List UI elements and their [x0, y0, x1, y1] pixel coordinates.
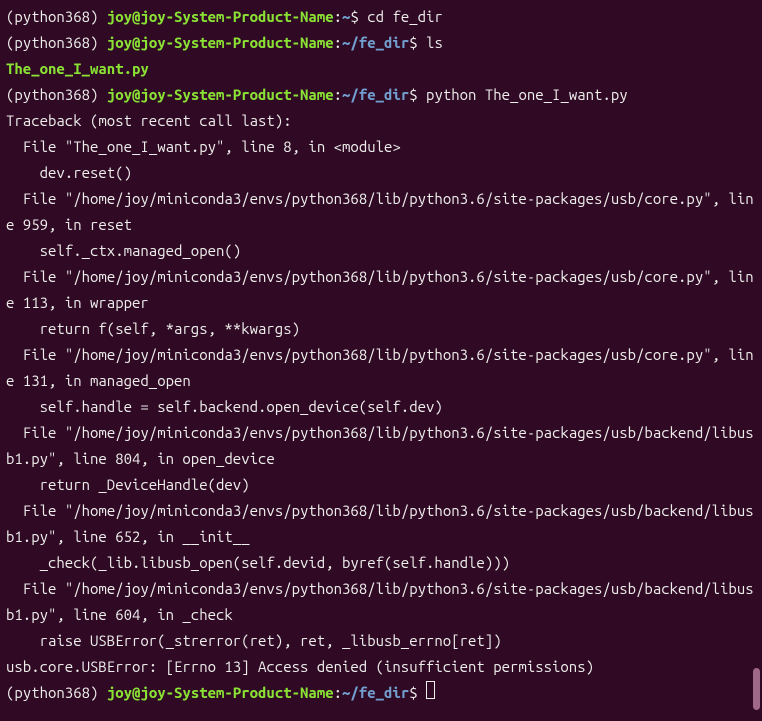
prompt-line-2: (python368) joy@joy-System-Product-Name:… — [6, 34, 443, 51]
user-host: joy@joy-System-Product-Name — [107, 34, 334, 51]
path: ~/fe_dir — [342, 34, 409, 51]
traceback-line: return _DeviceHandle(dev) — [6, 476, 250, 493]
dollar: $ — [409, 34, 426, 51]
command: python The_one_I_want.py — [426, 86, 628, 103]
dollar: $ — [350, 8, 367, 25]
path: ~/fe_dir — [342, 86, 409, 103]
traceback-line: _check(_lib.libusb_open(self.devid, byre… — [6, 554, 510, 571]
traceback-line: File "/home/joy/miniconda3/envs/python36… — [6, 580, 754, 623]
prompt-line-4: (python368) joy@joy-System-Product-Name:… — [6, 684, 435, 701]
scrollbar-thumb[interactable] — [753, 668, 760, 710]
command: ls — [426, 34, 443, 51]
traceback-line: File "/home/joy/miniconda3/envs/python36… — [6, 346, 754, 389]
colon: : — [334, 684, 342, 701]
dollar: $ — [409, 684, 426, 701]
user-host: joy@joy-System-Product-Name — [107, 684, 334, 701]
traceback-line: File "/home/joy/miniconda3/envs/python36… — [6, 268, 754, 311]
env-name: (python368) — [6, 8, 107, 25]
traceback-line: File "/home/joy/miniconda3/envs/python36… — [6, 502, 754, 545]
traceback-line: usb.core.USBError: [Errno 13] Access den… — [6, 658, 594, 675]
command: cd fe_dir — [367, 8, 443, 25]
colon: : — [334, 8, 342, 25]
env-name: (python368) — [6, 684, 107, 701]
traceback-line: File "/home/joy/miniconda3/envs/python36… — [6, 424, 754, 467]
traceback-line: return f(self, *args, **kwargs) — [6, 320, 300, 337]
terminal-output[interactable]: (python368) joy@joy-System-Product-Name:… — [6, 4, 756, 706]
dollar: $ — [409, 86, 426, 103]
traceback-line: dev.reset() — [6, 164, 132, 181]
cursor-icon — [426, 681, 435, 699]
user-host: joy@joy-System-Product-Name — [107, 8, 334, 25]
env-name: (python368) — [6, 86, 107, 103]
env-name: (python368) — [6, 34, 107, 51]
user-host: joy@joy-System-Product-Name — [107, 86, 334, 103]
traceback-line: File "The_one_I_want.py", line 8, in <mo… — [6, 138, 401, 155]
traceback-line: File "/home/joy/miniconda3/envs/python36… — [6, 190, 754, 233]
traceback-line: Traceback (most recent call last): — [6, 112, 292, 129]
traceback-line: self.handle = self.backend.open_device(s… — [6, 398, 443, 415]
prompt-line-3: (python368) joy@joy-System-Product-Name:… — [6, 86, 628, 103]
ls-output-file: The_one_I_want.py — [6, 60, 149, 77]
prompt-line-1: (python368) joy@joy-System-Product-Name:… — [6, 8, 443, 25]
colon: : — [334, 34, 342, 51]
path: ~/fe_dir — [342, 684, 409, 701]
traceback-line: raise USBError(_strerror(ret), ret, _lib… — [6, 632, 502, 649]
colon: : — [334, 86, 342, 103]
traceback-line: self._ctx.managed_open() — [6, 242, 241, 259]
